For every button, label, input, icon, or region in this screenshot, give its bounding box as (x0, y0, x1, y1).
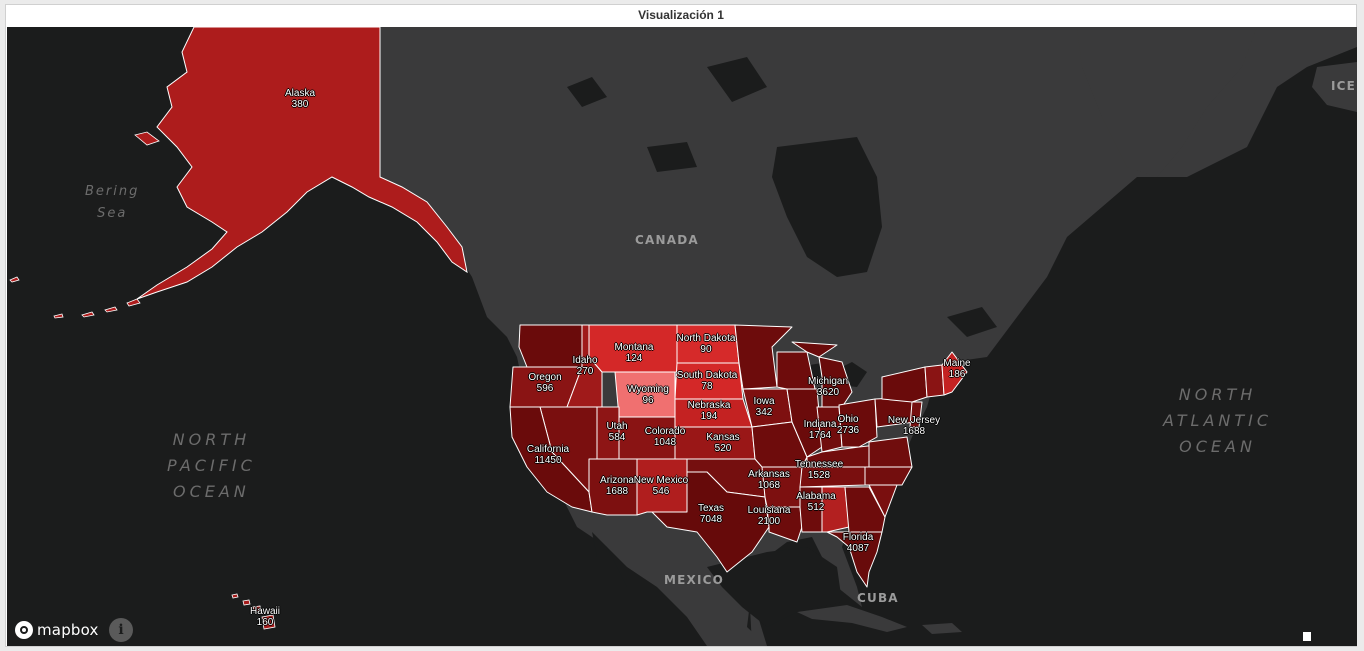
state-label-maine[interactable]: Maine 186 (943, 358, 970, 380)
label-north-pacific: NORTH PACIFIC OCEAN (167, 427, 256, 505)
north-atlantic-line-3: OCEAN (1179, 437, 1256, 456)
state-label-wyoming[interactable]: Wyoming 96 (627, 384, 669, 406)
bering-sea-line-1: Bering (85, 184, 140, 199)
state-label-california[interactable]: California 11450 (527, 444, 569, 466)
state-label-iowa[interactable]: Iowa 342 (753, 396, 774, 418)
state-label-hawaii[interactable]: Hawaii 160 (250, 606, 280, 628)
land-hispaniola (922, 623, 962, 634)
bering-sea-line-2: Sea (97, 206, 128, 221)
state-label-tennessee[interactable]: Tennessee 1528 (795, 459, 843, 481)
panel-title: Visualización 1 (638, 8, 724, 22)
state-label-alabama[interactable]: Alabama 512 (796, 491, 835, 513)
state-label-south-dakota[interactable]: South Dakota 78 (677, 370, 738, 392)
state-label-montana[interactable]: Montana 124 (615, 342, 654, 364)
label-north-atlantic: NORTH ATLANTIC OCEAN (1163, 382, 1272, 460)
state-label-arkansas[interactable]: Arkansas 1068 (748, 469, 790, 491)
north-atlantic-line-1: NORTH (1178, 385, 1257, 404)
state-label-idaho[interactable]: Idaho 270 (572, 355, 597, 377)
state-label-new-jersey[interactable]: New Jersey 1688 (888, 415, 940, 437)
state-label-florida[interactable]: Florida 4087 (843, 532, 874, 554)
state-label-nebraska[interactable]: Nebraska 194 (688, 400, 731, 422)
label-cuba: CUBA (857, 591, 899, 605)
label-bering-sea: Bering Sea (85, 181, 139, 225)
label-canada: CANADA (635, 233, 699, 247)
north-pacific-line-2: PACIFIC (167, 456, 256, 475)
label-iceland: ICE (1331, 79, 1357, 93)
state-label-texas[interactable]: Texas 7048 (698, 503, 724, 525)
state-label-ohio[interactable]: Ohio 2736 (837, 414, 859, 436)
mapbox-logo-icon (15, 621, 33, 639)
state-label-louisiana[interactable]: Louisiana 2100 (748, 505, 791, 527)
attribution-corner (1303, 632, 1311, 641)
state-label-north-dakota[interactable]: North Dakota 90 (677, 333, 736, 355)
state-label-kansas[interactable]: Kansas 520 (706, 432, 739, 454)
state-label-arizona[interactable]: Arizona 1688 (600, 475, 634, 497)
choropleth-map[interactable]: Bering Sea CANADA NORTH PACIFIC OCEAN NO… (7, 27, 1357, 646)
label-mexico: MEXICO (664, 573, 725, 587)
state-label-new-mexico[interactable]: New Mexico 546 (634, 475, 688, 497)
north-pacific-line-3: OCEAN (172, 482, 250, 501)
state-label-indiana[interactable]: Indiana 1764 (804, 419, 837, 441)
state-label-alaska[interactable]: Alaska 380 (285, 88, 315, 110)
state-label-oregon[interactable]: Oregon 596 (528, 372, 561, 394)
state-label-utah[interactable]: Utah 584 (606, 421, 627, 443)
state-label-michigan[interactable]: Michigan 3620 (808, 376, 848, 398)
land-cuba (797, 605, 907, 632)
info-icon[interactable]: i (109, 618, 133, 642)
mapbox-logo[interactable]: mapbox (15, 620, 99, 640)
north-pacific-line-1: NORTH (172, 430, 251, 449)
state-label-colorado[interactable]: Colorado 1048 (645, 426, 686, 448)
north-atlantic-line-2: ATLANTIC (1163, 411, 1273, 430)
mapbox-logo-text: mapbox (37, 621, 99, 639)
